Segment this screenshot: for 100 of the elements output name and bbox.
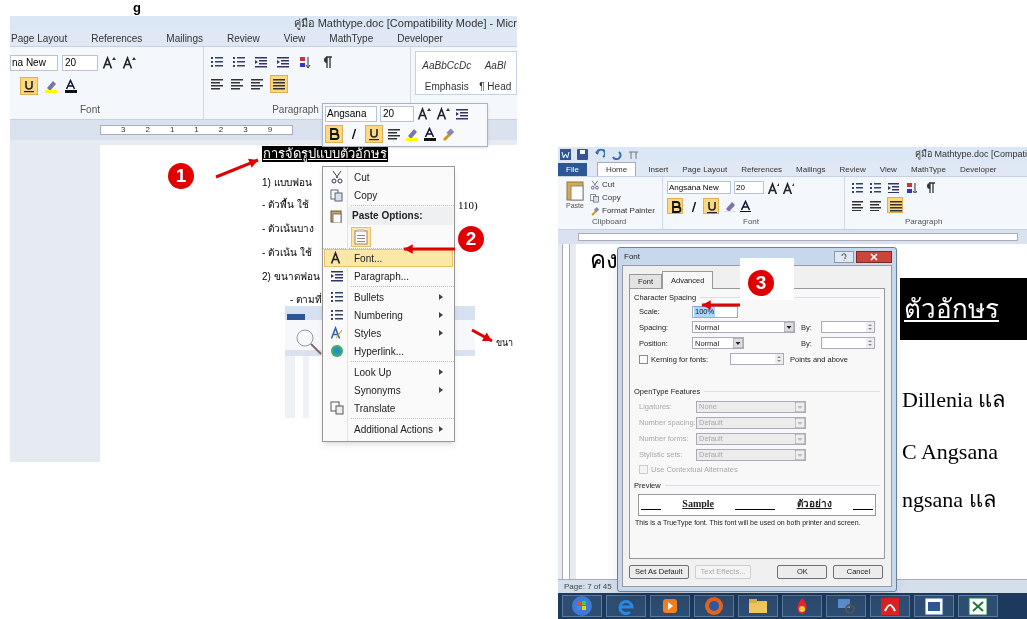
align-left-icon[interactable] [210,77,225,91]
font-size-field[interactable]: 20 [734,181,764,194]
spin-field[interactable] [821,337,875,350]
taskbar-button[interactable] [870,595,910,617]
ribbon-tab[interactable]: Developer [397,30,443,46]
bullets-icon[interactable] [210,55,225,69]
toolbar-button[interactable]: Format Painter [590,205,655,217]
highlight-icon[interactable] [405,127,419,141]
taskbar-button[interactable] [562,595,602,617]
numbering-icon[interactable] [232,55,247,69]
group-label: Font [743,216,759,228]
leader-line [471,328,493,343]
ribbon-tab[interactable]: Page Layout [11,30,68,46]
ribbon-tab[interactable]: References [739,163,785,176]
underline-button[interactable] [20,77,38,95]
sort-icon[interactable] [905,181,917,193]
menu-item[interactable]: Translate [324,399,453,417]
align-right-icon[interactable] [250,77,265,91]
decrease-indent-icon[interactable] [254,55,269,69]
bullets-icon[interactable] [851,181,863,193]
redo-icon[interactable] [611,149,622,160]
close-button[interactable] [856,250,892,263]
menu-item[interactable]: Bullets [324,288,453,306]
paragraph-icon [330,269,344,283]
font-name-field[interactable]: na New [10,55,58,71]
underline-button[interactable] [365,125,383,143]
spin-field[interactable] [821,321,875,334]
align-center-icon[interactable] [230,77,245,91]
highlight-icon[interactable] [723,200,735,212]
toolbar-button[interactable]: Copy [590,192,655,204]
status-text: Page: 7 of 45 [564,580,612,593]
menu-item[interactable]: Cut [324,168,453,186]
font-size-field[interactable]: 20 [62,55,98,71]
numbering-icon[interactable] [869,181,881,193]
app-icon[interactable] [560,149,571,160]
increase-indent-icon[interactable] [276,55,291,69]
save-icon[interactable] [577,149,588,160]
clipboard-icon[interactable] [565,179,585,201]
sort-icon[interactable] [298,55,313,69]
taskbar-button[interactable] [650,595,690,617]
menu-item[interactable]: Paragraph... [324,267,453,285]
underline-button[interactable] [703,198,719,214]
ribbon-tab[interactable]: Review [837,163,868,176]
menu-item[interactable]: Copy [324,186,453,204]
ribbon-tab[interactable]: References [91,30,143,46]
center-icon[interactable] [387,127,401,141]
taskbar-button[interactable] [958,595,998,617]
help-button[interactable] [834,250,854,263]
ribbon-tab[interactable]: File [558,163,587,176]
ribbon-tab[interactable]: Review [227,30,260,46]
shrink-font-icon[interactable] [122,56,138,70]
font-color-icon[interactable] [739,200,751,212]
ribbon-tab[interactable]: Page Layout [680,163,730,176]
bold-button[interactable] [325,125,343,143]
align-left-icon[interactable] [851,199,863,211]
menu-item[interactable]: Synonyms [324,381,453,399]
menu-item[interactable]: Numbering [324,306,453,324]
undo-icon[interactable] [594,149,605,160]
taskbar-button[interactable] [738,595,778,617]
font-size-field[interactable]: 20 [380,106,414,122]
align-center-icon[interactable] [869,199,881,211]
grow-font-icon[interactable] [767,181,779,194]
ribbon-tab[interactable]: View [877,163,899,176]
menu-item[interactable]: Font... [324,249,453,267]
ribbon-tab[interactable]: MathType [329,30,374,46]
ribbon-tab[interactable]: Insert [646,163,671,176]
checkbox[interactable] [639,354,648,364]
dropdown-arrow-icon [795,417,805,428]
grow-font-icon[interactable] [417,107,433,121]
justify-button[interactable] [887,197,903,213]
taskbar-button[interactable] [782,595,822,617]
style-gallery-item[interactable]: AaBbCcDc Emphasis [422,58,472,94]
taskbar-button[interactable] [914,595,954,617]
font-name-field[interactable]: Angsana New [667,181,731,194]
style-gallery-item[interactable]: AaBl ¶ Head [479,58,512,94]
shrink-font-icon[interactable] [436,107,452,121]
font-name-field[interactable]: Angsana [325,106,377,122]
window-title: คู่มือ Mathtype.doc [Compatibility Mode] - Micr [293,16,517,30]
toolbar-button[interactable]: Cut [590,179,655,191]
justify-button[interactable] [270,75,289,93]
menu-item[interactable]: Additional Actions [324,420,453,438]
ribbon-tab[interactable]: Mailings [794,163,828,176]
bold-button[interactable] [667,198,683,214]
ribbon-tab[interactable]: View [283,30,306,46]
menu-item[interactable]: Look Up [324,363,453,381]
ribbon-tab[interactable]: Home [596,162,637,176]
shrink-font-icon[interactable] [782,181,794,194]
grow-font-icon[interactable] [102,56,118,70]
menu-item[interactable]: Hyperlink... [324,342,453,360]
ribbon-tab[interactable]: Developer [958,163,999,176]
font-color-icon[interactable] [423,127,437,141]
indent-icon[interactable] [455,107,469,121]
indent-icon[interactable] [887,181,899,193]
spin-field[interactable] [730,353,784,366]
highlight-icon[interactable] [44,79,58,93]
menu-item[interactable]: Styles [324,324,453,342]
paste-option-button[interactable] [351,226,371,247]
ribbon-tab[interactable]: Mailings [166,30,203,46]
ribbon-tab[interactable]: MathType [908,163,949,176]
font-color-icon[interactable] [64,79,78,93]
